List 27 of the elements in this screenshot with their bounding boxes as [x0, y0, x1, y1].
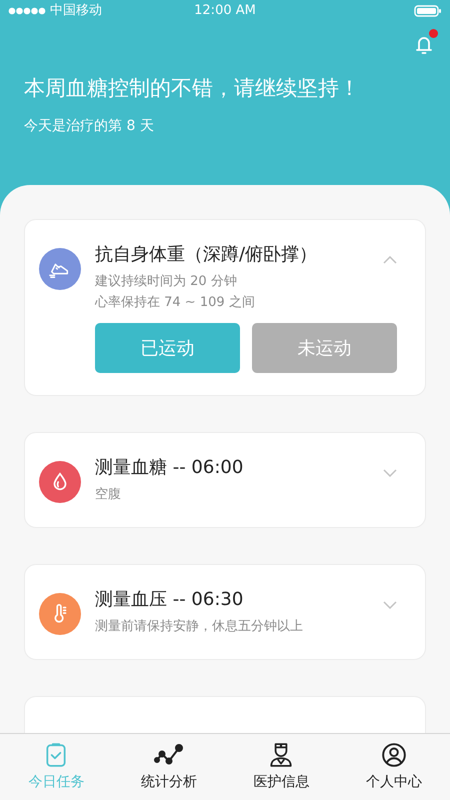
tab-item[interactable]: 医护信息 [225, 734, 338, 800]
task-note: 建议持续时间为 20 分钟 [95, 273, 238, 291]
expand-button[interactable] [383, 601, 397, 609]
task-title: 抗自身体重（深蹲/俯卧撑） [95, 243, 318, 267]
task-note: 空腹 [95, 486, 122, 504]
task-note: 心率保持在 74 ~ 109 之间 [95, 294, 256, 312]
task-title: 测量血压 -- 06:30 [95, 588, 244, 612]
chevron-icon [383, 469, 397, 477]
task-title: 测量血糖 -- 06:00 [95, 456, 244, 480]
header-subtitle: 今天是治疗的第 8 天 [24, 117, 155, 136]
carrier-name: 中国移动 [50, 2, 102, 20]
signal-icon [8, 7, 46, 15]
bell-icon [414, 34, 434, 56]
status-time: 12:00 AM [194, 2, 256, 20]
tab-item[interactable]: 个人中心 [338, 734, 450, 800]
collapse-button[interactable] [383, 256, 397, 264]
tab-item[interactable]: 统计分析 [112, 734, 225, 800]
chevron-icon [383, 601, 397, 609]
doctor-icon [268, 742, 294, 768]
expand-button[interactable] [383, 469, 397, 477]
line-chart-icon [154, 742, 184, 768]
user-icon [380, 742, 407, 768]
header-title: 本周血糖控制的不错，请继续坚持！ [24, 75, 361, 102]
task-note: 测量前请保持安静，休息五分钟以上 [95, 618, 304, 636]
chevron-icon [383, 256, 397, 264]
battery-icon [414, 5, 442, 17]
bell-button[interactable] [414, 32, 436, 56]
